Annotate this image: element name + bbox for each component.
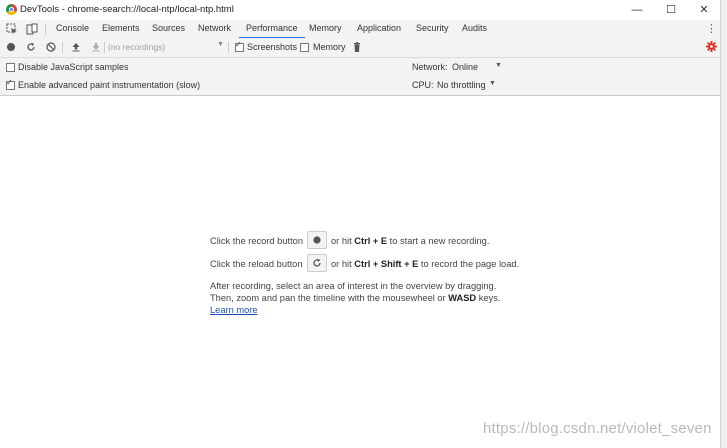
reload-hint-suffix: to record the page load.	[420, 259, 520, 269]
after-recording-line-1: After recording, select an area of inter…	[210, 281, 497, 291]
disable-js-samples-checkbox[interactable]	[6, 63, 15, 72]
device-toolbar-icon[interactable]	[26, 23, 38, 35]
reload-icon	[313, 258, 321, 267]
recordings-dropdown[interactable]: (no recordings)	[108, 42, 226, 53]
after-recording-line-2: Then, zoom and pan the timeline with the…	[210, 293, 500, 303]
screenshots-label: Screenshots	[247, 42, 298, 52]
tab-divider	[45, 23, 46, 35]
record-shortcut: Ctrl + E	[354, 236, 388, 246]
record-hint-suffix: to start a new recording.	[389, 236, 490, 246]
clear-icon[interactable]	[46, 42, 56, 52]
toolbar-divider	[104, 42, 105, 53]
chevron-down-icon[interactable]: ▼	[489, 80, 496, 87]
network-throttle-select[interactable]: Online	[452, 62, 478, 72]
timeline-landing-page	[0, 96, 720, 448]
record-icon	[313, 236, 321, 244]
minimize-button[interactable]: —	[621, 0, 653, 20]
toolbar-divider	[62, 42, 63, 53]
save-profile-icon[interactable]	[91, 42, 101, 52]
more-options-icon[interactable]: ⋮	[706, 22, 717, 36]
after-line-2-suffix: keys.	[478, 293, 501, 303]
trash-icon[interactable]	[352, 42, 362, 52]
watermark: https://blog.csdn.net/violet_seven	[483, 420, 712, 437]
landing-reload-button[interactable]	[307, 254, 327, 272]
window-title: DevTools - chrome-search://local-ntp/loc…	[20, 4, 234, 15]
tab-sources[interactable]: Sources	[152, 20, 185, 37]
advanced-paint-checkbox[interactable]	[6, 78, 15, 90]
cpu-throttle-label: CPU:	[412, 80, 434, 90]
chevron-down-icon[interactable]: ▼	[217, 41, 224, 48]
reload-icon[interactable]	[26, 42, 36, 52]
record-icon[interactable]	[6, 42, 16, 52]
memory-checkbox[interactable]	[300, 43, 309, 52]
record-hint-text: or hit Ctrl + E to start a new recording…	[331, 236, 489, 246]
memory-label: Memory	[313, 42, 346, 52]
tab-console[interactable]: Console	[56, 20, 89, 37]
chevron-down-icon[interactable]: ▼	[495, 62, 502, 69]
window-edge	[720, 0, 727, 448]
wasd-keys: WASD	[448, 293, 477, 303]
learn-more-link[interactable]: Learn more	[210, 305, 258, 315]
close-button[interactable]: ✕	[688, 0, 720, 20]
tab-performance[interactable]: Performance	[239, 20, 305, 39]
capture-settings-gear-icon[interactable]	[706, 41, 717, 52]
tab-audits[interactable]: Audits	[462, 20, 487, 37]
tab-security[interactable]: Security	[416, 20, 449, 37]
screenshots-checkbox[interactable]	[235, 40, 244, 52]
tab-memory[interactable]: Memory	[309, 20, 342, 37]
record-hint-prefix: Click the record button	[210, 236, 304, 246]
record-hint-mid: or hit	[331, 236, 352, 246]
disable-js-samples-label: Disable JavaScript samples	[18, 62, 129, 72]
tab-application[interactable]: Application	[357, 20, 401, 37]
inspect-element-icon[interactable]	[6, 23, 18, 35]
chrome-logo-icon	[6, 4, 17, 15]
reload-hint-mid: or hit	[331, 259, 352, 269]
cpu-throttle-select[interactable]: No throttling	[437, 80, 486, 90]
reload-hint-text: or hit Ctrl + Shift + E to record the pa…	[331, 259, 519, 269]
reload-hint-prefix: Click the reload button	[210, 259, 303, 269]
load-profile-icon[interactable]	[71, 42, 81, 52]
advanced-paint-label: Enable advanced paint instrumentation (s…	[18, 80, 201, 90]
after-line-2-prefix: Then, zoom and pan the timeline with the…	[210, 293, 446, 303]
toolbar-divider	[228, 42, 229, 53]
tab-elements[interactable]: Elements	[102, 20, 140, 37]
learn-more-link-wrap[interactable]: Learn more	[210, 305, 258, 315]
network-throttle-label: Network:	[412, 62, 448, 72]
maximize-button[interactable]: ☐	[655, 0, 687, 20]
landing-record-button[interactable]	[307, 231, 327, 249]
reload-shortcut: Ctrl + Shift + E	[354, 259, 419, 269]
tab-network[interactable]: Network	[198, 20, 231, 37]
